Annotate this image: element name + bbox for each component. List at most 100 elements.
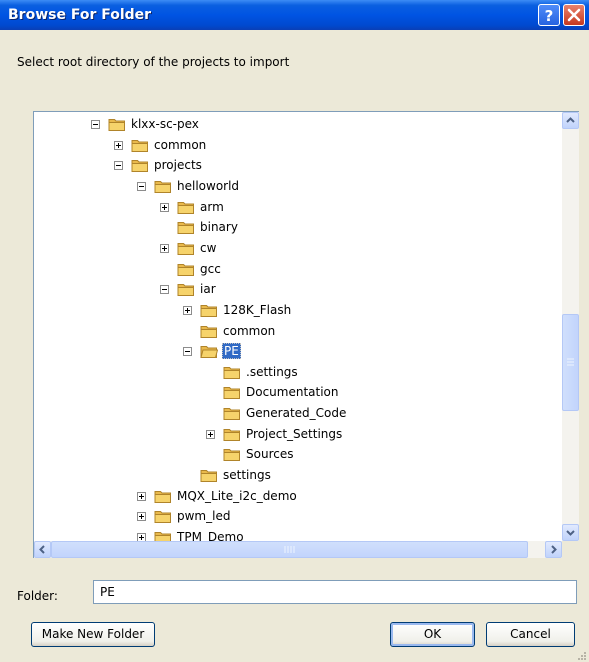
tree-node-label: klxx-sc-pex [131, 117, 199, 131]
scroll-right-button[interactable] [545, 541, 562, 558]
scroll-down-arrow-icon [566, 530, 575, 536]
folder-label: Folder: [17, 589, 58, 603]
tree-node[interactable]: TPM_Demo [137, 528, 437, 541]
instruction-text: Select root directory of the projects to… [17, 55, 290, 69]
tree-node-selected[interactable]: PE [183, 342, 483, 362]
tree-node[interactable]: common [114, 136, 414, 156]
tree-node[interactable]: projects [114, 156, 414, 176]
collapse-icon[interactable] [137, 181, 146, 191]
tree-node-label: 128K_Flash [223, 302, 292, 317]
folder-icon [131, 160, 148, 173]
folder-icon [154, 490, 171, 503]
folder-icon [177, 263, 194, 276]
tree-node-label: common [223, 323, 276, 338]
tree-node-label: Sources [246, 447, 294, 462]
tree-node-label: settings [223, 468, 271, 483]
cancel-label: Cancel [510, 627, 551, 641]
tree-node[interactable]: pwm_led [137, 507, 437, 527]
tree-node-label: .settings [246, 364, 298, 379]
expand-icon[interactable] [160, 243, 169, 253]
close-button[interactable] [563, 4, 585, 26]
expand-icon[interactable] [114, 140, 123, 150]
tree-node-label: binary [200, 220, 238, 235]
tree-node-label: PE [222, 343, 241, 360]
tree-node[interactable]: Project_Settings [206, 425, 506, 445]
folder-icon [108, 119, 125, 131]
grip-lines-icon [567, 358, 574, 366]
tree-node-label: cw [200, 240, 217, 255]
folder-tree-panel: klxx-sc-pex common projects helloworld arm bi… [33, 111, 579, 558]
expand-icon[interactable] [137, 491, 146, 501]
tree-node[interactable]: iar [160, 280, 460, 300]
vertical-scroll-thumb[interactable] [562, 313, 579, 411]
folder-icon [177, 284, 194, 297]
tree-node-label: Project_Settings [246, 426, 343, 441]
ok-label: OK [423, 627, 442, 641]
tree-node-label: Generated_Code [246, 406, 347, 421]
help-button[interactable]: ? [538, 4, 560, 26]
tree-node[interactable]: MQX_Lite_i2c_demo [137, 487, 437, 507]
scroll-left-button[interactable] [34, 541, 51, 558]
tree-node[interactable]: 128K_Flash [183, 301, 483, 321]
tree-node-label: iar [200, 282, 216, 297]
tree-node[interactable]: gcc [160, 260, 460, 280]
expand-icon[interactable] [206, 429, 215, 439]
collapse-icon[interactable] [114, 161, 123, 171]
tree-node[interactable]: Sources [206, 445, 506, 465]
tree-node[interactable]: Documentation [206, 383, 506, 403]
folder-icon [223, 449, 240, 462]
tree-node[interactable]: klxx-sc-pex [91, 115, 391, 135]
close-icon [567, 8, 581, 22]
tree-node-label: MQX_Lite_i2c_demo [177, 488, 297, 503]
make-new-folder-button[interactable]: Make New Folder [31, 622, 155, 647]
tree-node[interactable]: .settings [206, 363, 506, 383]
horizontal-scrollbar[interactable] [34, 541, 562, 558]
tree-node[interactable]: Generated_Code [206, 404, 506, 424]
expand-icon[interactable] [137, 512, 146, 522]
title-bar[interactable]: Browse For Folder ? [0, 0, 589, 30]
tree-node-label: common [154, 137, 207, 152]
tree-node-label: projects [154, 158, 202, 173]
ok-button[interactable]: OK [390, 622, 475, 647]
folder-input[interactable] [93, 580, 577, 604]
help-icon: ? [545, 7, 554, 25]
scroll-down-button[interactable] [562, 524, 579, 541]
tree-node[interactable]: binary [160, 218, 460, 238]
expand-icon[interactable] [137, 533, 146, 541]
tree-node[interactable]: helloworld [137, 177, 437, 197]
folder-tree[interactable]: klxx-sc-pex common projects helloworld arm bi… [34, 112, 562, 541]
tree-node[interactable]: arm [160, 198, 460, 218]
resize-grip-icon[interactable] [576, 650, 587, 661]
collapse-icon[interactable] [183, 347, 192, 357]
horizontal-scroll-thumb[interactable] [51, 541, 528, 558]
cancel-button[interactable]: Cancel [486, 622, 575, 647]
tree-node[interactable]: settings [183, 466, 483, 486]
folder-icon [154, 532, 171, 541]
scroll-right-arrow-icon [551, 545, 557, 554]
svg-text:?: ? [545, 7, 554, 25]
folder-icon [200, 304, 217, 317]
vertical-scrollbar[interactable] [562, 112, 579, 541]
tree-node-label: gcc [200, 261, 221, 276]
collapse-icon[interactable] [91, 120, 100, 129]
scroll-left-arrow-icon [39, 545, 45, 554]
folder-icon [154, 180, 171, 193]
folder-icon [200, 470, 217, 483]
folder-icon [200, 325, 217, 338]
tree-node[interactable]: cw [160, 239, 460, 259]
scroll-up-arrow-icon [566, 117, 575, 123]
folder-icon [223, 428, 240, 441]
expand-icon[interactable] [183, 305, 192, 315]
folder-icon [131, 139, 148, 152]
collapse-icon[interactable] [160, 285, 169, 295]
tree-node-label: Documentation [246, 385, 339, 400]
tree-node-label: pwm_led [177, 509, 231, 524]
tree-node-label: arm [200, 199, 224, 214]
expand-icon[interactable] [160, 202, 169, 212]
grip-lines-icon [284, 546, 295, 553]
make-new-folder-label: Make New Folder [41, 627, 145, 641]
folder-icon [177, 201, 194, 214]
tree-node-label: helloworld [177, 178, 240, 193]
scroll-up-button[interactable] [562, 112, 579, 129]
tree-node[interactable]: common [183, 322, 483, 342]
